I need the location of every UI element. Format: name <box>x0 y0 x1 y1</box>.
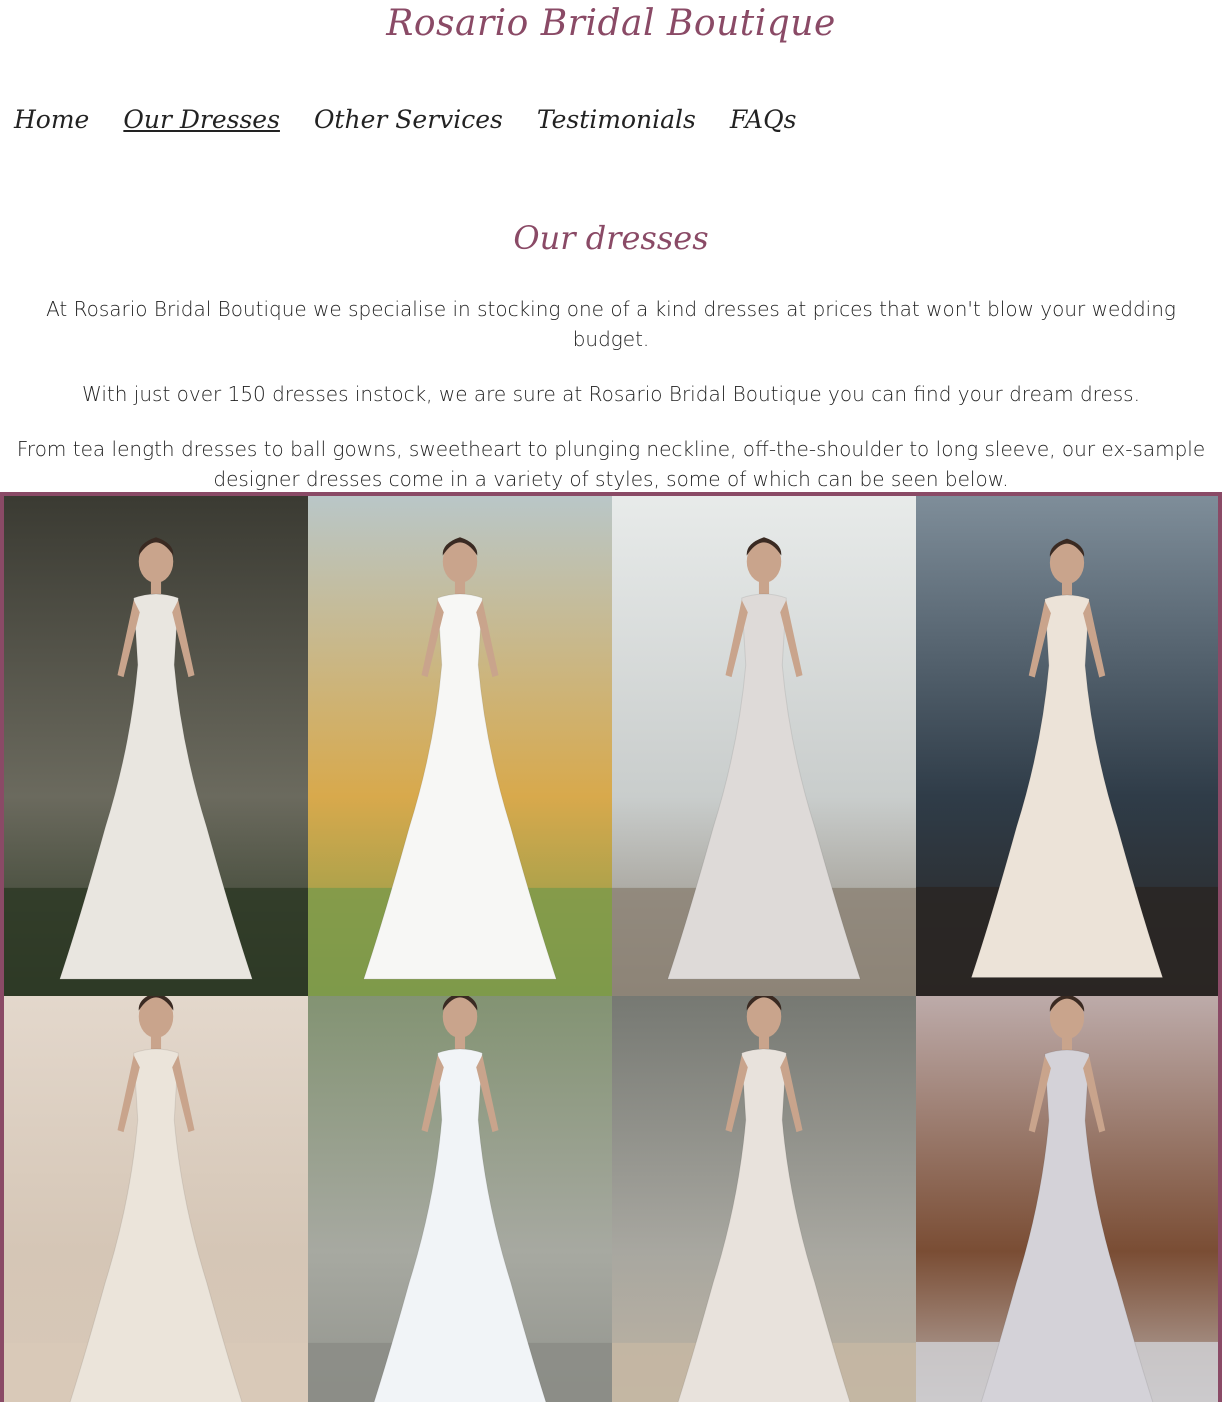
intro-text: At Rosario Bridal Boutique we specialise… <box>8 294 1214 519</box>
bride-photo <box>308 996 612 1402</box>
dress-photo[interactable] <box>308 996 612 1402</box>
bride-photo <box>916 996 1218 1402</box>
nav-item-faqs[interactable]: FAQs <box>730 100 797 140</box>
bride-photo <box>4 996 308 1402</box>
dress-gallery <box>0 492 1222 1402</box>
intro-paragraph: From tea length dresses to ball gowns, s… <box>16 437 1206 491</box>
dress-photo[interactable] <box>308 496 612 996</box>
dress-photo[interactable] <box>612 996 916 1402</box>
intro-paragraph: With just over 150 dresses instock, we a… <box>82 382 1140 406</box>
nav-item-other-services[interactable]: Other Services <box>314 100 503 140</box>
bride-photo <box>4 496 308 996</box>
bride-photo <box>612 996 916 1402</box>
dress-photo[interactable] <box>612 496 916 996</box>
bride-photo <box>308 496 612 996</box>
bride-photo <box>612 496 916 996</box>
dress-photo[interactable] <box>916 496 1218 996</box>
nav-item-home[interactable]: Home <box>14 100 89 140</box>
intro-paragraph: At Rosario Bridal Boutique we specialise… <box>46 297 1176 351</box>
site-title: Rosario Bridal Boutique <box>386 3 836 44</box>
nav-item-our-dresses[interactable]: Our Dresses <box>123 100 280 140</box>
bride-photo <box>916 496 1218 996</box>
dress-photo[interactable] <box>916 996 1218 1402</box>
page-title: Our dresses <box>513 219 709 257</box>
nav-item-testimonials[interactable]: Testimonials <box>537 100 696 140</box>
dress-photo[interactable] <box>4 496 308 996</box>
dress-photo[interactable] <box>4 996 308 1402</box>
main-nav: Home Our Dresses Other Services Testimon… <box>14 100 830 140</box>
